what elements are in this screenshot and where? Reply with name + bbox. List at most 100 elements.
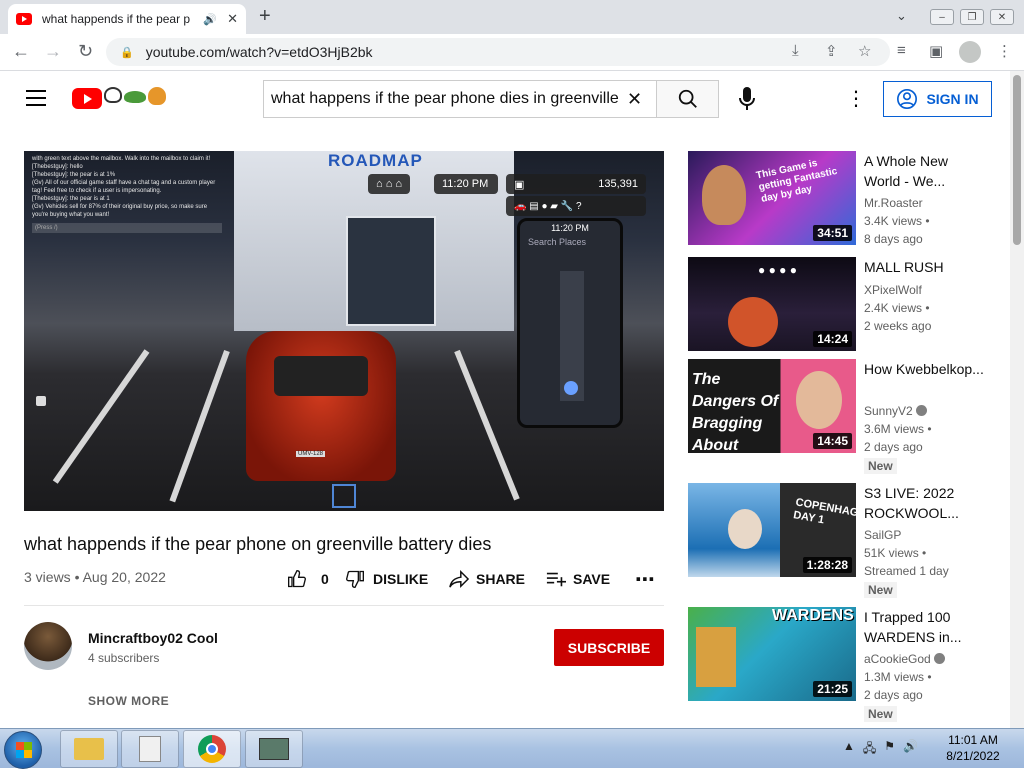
rec-title[interactable]: I Trapped 100 WARDENS in... [864, 607, 984, 647]
video-thumbnail[interactable]: COPENHAGEN DAY 1 1:28:28 [688, 483, 856, 577]
search-input[interactable] [271, 90, 621, 108]
rec-age: 2 days ago [864, 440, 923, 454]
address-bar[interactable]: 🔒 youtube.com/watch?v=etdO3HjB2bk [106, 38, 890, 66]
rec-channel[interactable]: XPixelWolf [864, 283, 922, 297]
lock-icon [36, 396, 46, 406]
chat-line: [Thebestguy]: the pear is at 1 [32, 196, 110, 202]
guide-menu-icon[interactable] [26, 90, 46, 111]
rec-views: 3.6M views • [864, 422, 932, 436]
rec-views: 1.3M views • [864, 670, 932, 684]
youtube-logo-icon[interactable] [72, 88, 102, 109]
rec-title[interactable]: S3 LIVE: 2022 ROCKWOOL... [864, 483, 984, 523]
profile-avatar-icon[interactable] [959, 41, 981, 63]
voice-search-mic-icon[interactable] [735, 86, 759, 112]
back-arrow-icon[interactable]: ← [12, 41, 30, 62]
install-app-icon[interactable]: ⤓ [792, 42, 799, 59]
doodle-characters[interactable] [104, 87, 166, 105]
volume-icon[interactable]: 🔊 [903, 739, 918, 760]
media-player-taskbar-button[interactable] [121, 730, 179, 768]
chrome-taskbar-button[interactable] [183, 730, 241, 768]
video-thumbnail[interactable]: The Dangers Of Bragging About Money 14:4… [688, 359, 856, 453]
search-button[interactable] [656, 80, 719, 118]
start-button[interactable] [4, 731, 42, 769]
subscribe-button[interactable]: SUBSCRIBE [554, 629, 664, 666]
clock-time: 11:01 AM [948, 733, 998, 747]
reload-icon[interactable]: ↻ [78, 41, 93, 62]
rec-channel-name[interactable]: SunnyV2 [864, 404, 913, 418]
chrome-menu-icon[interactable]: ⋮ [997, 42, 1012, 60]
rec-channel[interactable]: Mr.Roaster [864, 196, 923, 210]
show-hidden-icons-icon[interactable]: ▲ [843, 739, 855, 760]
phone-search: Search Places [528, 237, 587, 247]
minimize-icon[interactable]: – [930, 9, 954, 25]
settings-more-icon[interactable]: ⋮ [846, 87, 866, 111]
video-duration: 21:25 [813, 681, 852, 697]
restore-icon[interactable]: ❐ [960, 9, 984, 25]
recommendation-item[interactable]: COPENHAGEN DAY 1 1:28:28 S3 LIVE: 2022 R… [688, 483, 1000, 598]
browser-tab-youtube[interactable]: what happends if the pear p 🔊 ✕ [8, 4, 246, 34]
network-icon[interactable]: 🖧 [863, 739, 876, 760]
bookmark-star-icon[interactable]: ☆ [858, 42, 871, 60]
share-page-icon[interactable]: ⇪ [825, 42, 838, 60]
recommendation-item[interactable]: WARDENS 21:25 I Trapped 100 WARDENS in..… [688, 607, 1000, 722]
rec-channel[interactable]: aCookieGod [864, 652, 945, 666]
building-door [346, 216, 436, 326]
verified-badge-icon [933, 653, 945, 664]
video-duration: 14:24 [813, 331, 852, 347]
video-thumbnail[interactable]: WARDENS 21:25 [688, 607, 856, 701]
rec-title[interactable]: How Kwebbelkop... [864, 359, 984, 379]
file-explorer-taskbar-button[interactable] [60, 730, 118, 768]
save-button[interactable]: SAVE [545, 568, 610, 590]
hud-time: 11:20 PM [434, 174, 498, 194]
rec-views: 51K views • [864, 546, 927, 560]
recommendation-item[interactable]: The Dangers Of Bragging About Money 14:4… [688, 359, 1000, 474]
search-box[interactable]: ✕ [263, 80, 656, 118]
rec-channel-name[interactable]: aCookieGod [864, 652, 931, 666]
rec-title[interactable]: A Whole New World - We... [864, 151, 984, 191]
like-button[interactable]: 0 [287, 568, 329, 590]
forward-arrow-icon[interactable]: → [44, 41, 62, 62]
video-player[interactable]: ROADMAP UMV-128 with green text above th… [24, 151, 664, 511]
recommendation-item[interactable]: ● ● ● ● 14:24 MALL RUSH XPixelWolf 2.4K … [688, 257, 1000, 351]
action-center-flag-icon[interactable]: ⚑ [884, 739, 895, 760]
show-more-button[interactable]: SHOW MORE [88, 694, 169, 708]
new-tab-icon[interactable]: + [259, 5, 271, 28]
thumbs-down-icon [345, 570, 364, 589]
system-clock[interactable]: 11:01 AM 8/21/2022 [938, 732, 1008, 764]
share-button[interactable]: SHARE [448, 568, 525, 590]
rec-title[interactable]: MALL RUSH [864, 257, 984, 277]
new-badge: New [864, 458, 897, 474]
media-control-icon[interactable]: ≡ [897, 42, 906, 59]
window-close-icon[interactable]: ✕ [990, 9, 1014, 25]
chat-line: (Gv) Vehicles sell for 87% of their orig… [32, 204, 208, 218]
more-actions-icon[interactable]: ⋯ [635, 568, 655, 591]
side-panel-icon[interactable]: ▣ [929, 42, 943, 60]
clear-search-icon[interactable]: ✕ [627, 89, 642, 110]
channel-avatar[interactable] [24, 622, 72, 670]
close-tab-icon[interactable]: ✕ [227, 11, 238, 27]
channel-name[interactable]: Mincraftboy02 Cool [88, 630, 218, 646]
dislike-button[interactable]: DISLIKE [345, 568, 428, 590]
tab-search-chevron-icon[interactable]: ⌄ [896, 8, 907, 24]
rec-channel[interactable]: SunnyV2 [864, 404, 927, 418]
video-thumbnail[interactable]: ● ● ● ● 14:24 [688, 257, 856, 351]
address-url[interactable]: youtube.com/watch?v=etdO3HjB2bk [146, 44, 373, 60]
audio-playing-icon[interactable]: 🔊 [203, 13, 217, 26]
video-duration: 14:45 [813, 433, 852, 449]
search-icon [678, 89, 697, 108]
sign-in-label: SIGN IN [926, 91, 979, 107]
minecraft-character [696, 627, 736, 687]
chat-line: (Gv) All of our official game staff have… [32, 180, 216, 194]
sign-in-button[interactable]: SIGN IN [883, 81, 992, 117]
share-arrow-icon [449, 569, 470, 589]
recommendation-item[interactable]: This Game is getting Fantastic day by da… [688, 151, 1000, 246]
wallet-icon: ▣ [514, 178, 525, 191]
rec-channel[interactable]: SailGP [864, 528, 901, 542]
video-thumbnail[interactable]: This Game is getting Fantastic day by da… [688, 151, 856, 245]
chrome-icon [198, 735, 226, 763]
network-app-taskbar-button[interactable] [245, 730, 303, 768]
rec-age: Streamed 1 day [864, 564, 949, 578]
lock-icon[interactable]: 🔒 [120, 46, 134, 59]
page-scrollbar[interactable] [1010, 71, 1024, 728]
scrollbar-thumb[interactable] [1013, 75, 1021, 245]
